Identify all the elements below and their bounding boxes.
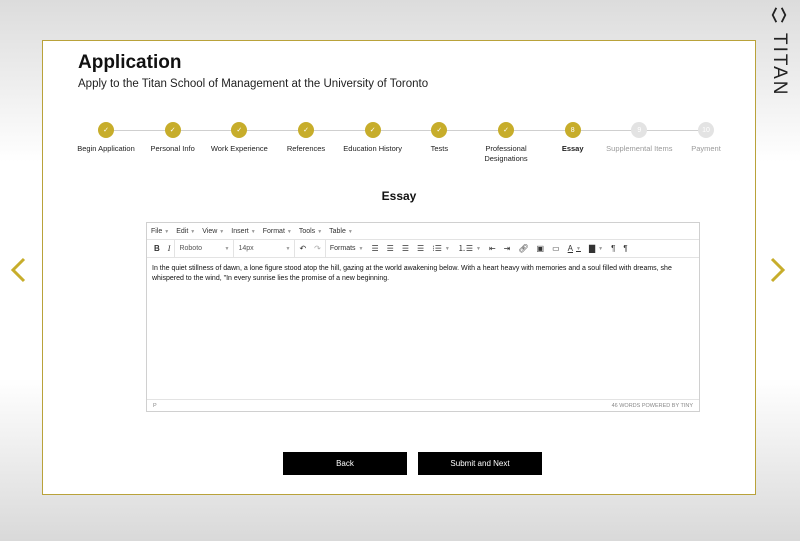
font-family-select[interactable]: Roboto ▼ [174, 240, 235, 257]
back-button[interactable]: Back [283, 452, 407, 475]
formats-dropdown[interactable]: Formats ▼ [324, 240, 368, 257]
step-connector [306, 130, 373, 131]
step-connector [239, 130, 306, 131]
step-connector [172, 130, 240, 131]
page-title: Application [78, 52, 182, 73]
step-connector [572, 130, 640, 131]
chevron-right-icon[interactable] [766, 256, 788, 284]
align-right-icon[interactable]: ☰ [398, 240, 413, 257]
italic-icon[interactable]: I [164, 240, 175, 257]
step-number: 10 [698, 122, 714, 138]
word-count: 46 WORDS POWERED BY TINY [611, 402, 693, 409]
step-connector [439, 130, 506, 131]
chevron-down-icon: ▼ [164, 228, 170, 235]
menu-format[interactable]: Format ▼ [263, 228, 292, 235]
step-connector [639, 130, 706, 131]
brand-name: TITAN [769, 33, 790, 97]
formats-label: Formats [329, 245, 356, 252]
element-path: P [153, 402, 157, 409]
menu-tools[interactable]: Tools ▼ [299, 228, 322, 235]
step-payment[interactable]: 10 Payment [666, 121, 746, 154]
application-card: Application Apply to the Titan School of… [42, 40, 756, 495]
bold-icon[interactable]: B [150, 240, 164, 257]
step-label: Payment [691, 144, 721, 153]
font-family-value: Roboto [179, 245, 203, 252]
chevron-down-icon: ▼ [286, 228, 292, 235]
media-icon[interactable]: ▭ [548, 240, 564, 257]
menu-label: File [151, 227, 163, 235]
menu-file[interactable]: File ▼ [151, 228, 169, 235]
align-center-icon[interactable]: ☰ [383, 240, 398, 257]
editor-menubar: File ▼ Edit ▼ View ▼ Insert ▼ Format ▼ Tools ▼ Table… [147, 223, 699, 240]
menu-label: Format [262, 227, 285, 235]
check-icon: ✓ [98, 122, 114, 138]
step-connector [106, 130, 173, 131]
text-color-icon[interactable]: A ▼ [564, 240, 585, 257]
menu-label: Table [329, 227, 346, 235]
editor-statusbar: P 46 WORDS POWERED BY TINY [147, 399, 699, 411]
align-left-icon[interactable]: ☰ [367, 240, 382, 257]
step-connector [506, 130, 573, 131]
step-connector [372, 130, 440, 131]
section-heading: Essay [381, 189, 417, 203]
menu-edit[interactable]: Edit ▼ [176, 228, 195, 235]
check-icon: ✓ [231, 122, 248, 138]
check-icon: ✓ [431, 122, 448, 138]
hexagon-outline-icon [771, 7, 787, 23]
rtl-icon[interactable]: ¶ [619, 240, 631, 257]
font-size-value: 14px [238, 245, 254, 252]
submit-next-button[interactable]: Submit and Next [418, 452, 542, 475]
background-color-icon[interactable]: ▇ ▼ [585, 240, 607, 257]
font-size-select[interactable]: 14px ▼ [234, 240, 296, 257]
chevron-left-icon[interactable] [8, 256, 30, 284]
chevron-down-icon: ▼ [219, 228, 225, 235]
menu-table[interactable]: Table ▼ [329, 228, 353, 235]
bullet-list-icon[interactable]: ⁝☰ ▼ [428, 240, 454, 257]
chevron-down-icon: ▼ [347, 228, 353, 235]
link-icon[interactable]: 🔗︎ [514, 240, 532, 257]
outdent-icon[interactable]: ⇤ [485, 240, 500, 257]
progress-stepper: ✓ Begin Application ✓ Personal Info ✓ Work Ex… [63, 121, 753, 181]
editor-content[interactable]: In the quiet stillness of dawn, a lone f… [147, 258, 699, 400]
chevron-down-icon: ▼ [250, 228, 256, 235]
page-subtitle: Apply to the Titan School of Management … [78, 78, 429, 90]
menu-label: Insert [231, 227, 249, 235]
brand-logo: TITAN [768, 6, 790, 96]
check-icon: ✓ [298, 122, 314, 138]
menu-view[interactable]: View ▼ [202, 228, 224, 235]
align-justify-icon[interactable]: ☰ [413, 240, 428, 257]
menu-insert[interactable]: Insert ▼ [231, 228, 255, 235]
rich-text-editor[interactable]: File ▼ Edit ▼ View ▼ Insert ▼ Format ▼ Tools ▼ Table… [146, 222, 700, 412]
menu-label: View [202, 227, 218, 235]
image-icon[interactable]: ▣ [533, 240, 549, 257]
menu-label: Tools [298, 227, 316, 235]
ltr-icon[interactable]: ¶ [607, 240, 619, 257]
redo-icon[interactable]: ↷ [310, 240, 325, 257]
undo-icon[interactable]: ↶ [295, 240, 310, 257]
menu-label: Edit [176, 227, 189, 235]
check-icon: ✓ [164, 122, 181, 138]
step-number: 9 [631, 122, 648, 138]
chevron-down-icon: ▼ [190, 228, 196, 235]
chevron-down-icon: ▼ [317, 228, 323, 235]
indent-icon[interactable]: ⇥ [500, 240, 515, 257]
editor-toolbar: B I Roboto ▼ 14px ▼ ↶ ↷ Formats ▼ ☰ ☰ ☰ ☰ ⁝… [147, 240, 699, 258]
numbered-list-icon[interactable]: ⒈☰ ▼ [454, 240, 485, 257]
step-number: 8 [564, 122, 581, 138]
check-icon: ✓ [364, 122, 381, 138]
check-icon: ✓ [498, 122, 514, 138]
